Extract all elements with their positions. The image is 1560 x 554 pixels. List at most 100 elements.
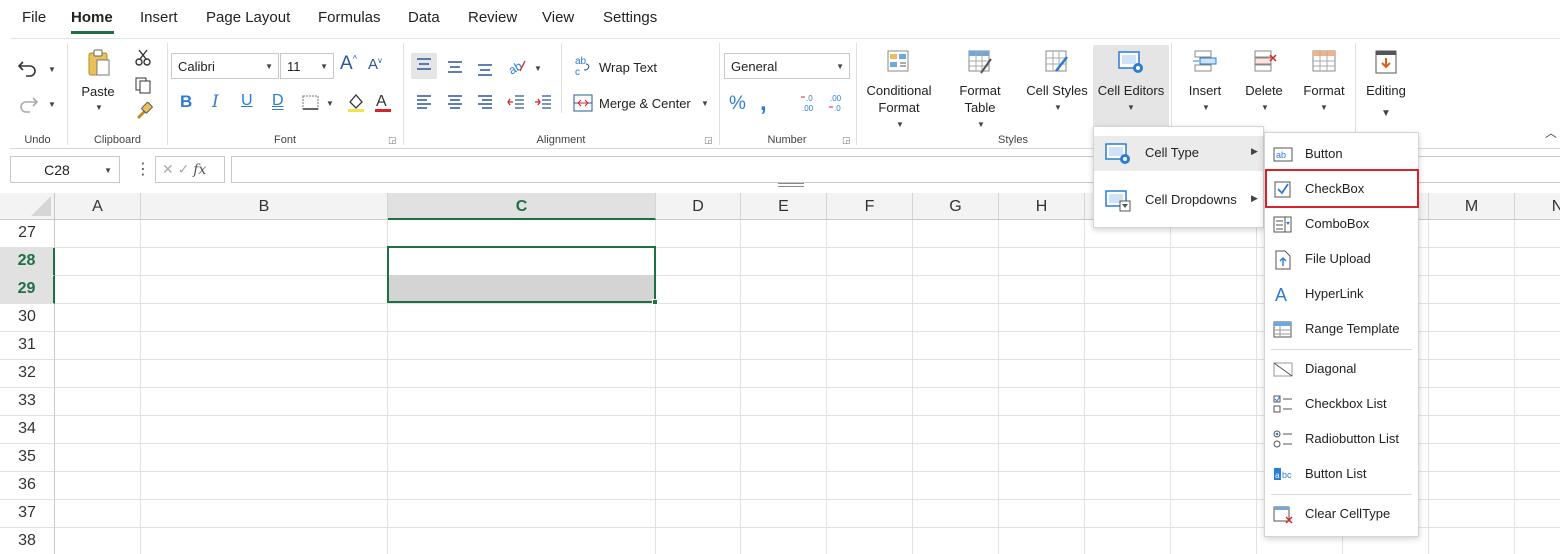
orientation-icon[interactable]: ab (507, 57, 527, 75)
number-dialog-launcher-icon[interactable]: ◲ (842, 135, 851, 146)
menu-item-checkbox-list[interactable]: Checkbox List (1265, 387, 1418, 422)
redo-icon[interactable] (17, 93, 39, 113)
name-box[interactable]: C28 ▼ (10, 156, 120, 183)
column-header-a[interactable]: A (55, 193, 141, 220)
italic-icon[interactable]: I (212, 92, 219, 112)
tab-data[interactable]: Data (408, 9, 440, 26)
format-cells-dropdown-icon[interactable]: ▼ (1320, 103, 1328, 112)
borders-dropdown-icon[interactable]: ▼ (326, 99, 334, 108)
wrap-text-icon[interactable]: ab c (574, 56, 592, 76)
column-header-b[interactable]: B (141, 193, 388, 220)
align-right-icon[interactable] (476, 94, 494, 110)
row-header-27[interactable]: 27 (0, 220, 55, 248)
column-header-g[interactable]: G (913, 193, 999, 220)
increase-font-icon[interactable]: A^ (340, 53, 357, 75)
menu-item-button[interactable]: ab Button (1265, 137, 1418, 172)
tab-insert[interactable]: Insert (140, 9, 178, 26)
row-header-37[interactable]: 37 (0, 500, 55, 528)
underline-icon[interactable]: U (241, 92, 253, 110)
cell-styles-icon[interactable] (1044, 49, 1070, 75)
decrease-indent-icon[interactable] (507, 94, 525, 110)
selection-range[interactable] (387, 246, 656, 303)
row-header-28[interactable]: 28 (0, 248, 55, 276)
insert-cells-icon[interactable] (1192, 49, 1218, 75)
tab-settings[interactable]: Settings (603, 9, 657, 26)
align-left-icon[interactable] (415, 94, 433, 110)
tab-page-layout[interactable]: Page Layout (206, 9, 290, 26)
align-top-icon[interactable] (415, 57, 433, 73)
undo-icon[interactable] (17, 57, 39, 77)
format-painter-icon[interactable] (135, 101, 153, 121)
delete-cells-dropdown-icon[interactable]: ▼ (1261, 103, 1269, 112)
select-all-corner[interactable] (0, 193, 55, 220)
column-header-m[interactable]: M (1429, 193, 1515, 220)
row-header-33[interactable]: 33 (0, 388, 55, 416)
row-header-36[interactable]: 36 (0, 472, 55, 500)
conditional-format-icon[interactable] (886, 49, 912, 75)
bold-icon[interactable]: B (180, 92, 192, 112)
align-center-icon[interactable] (446, 94, 464, 110)
decrease-font-icon[interactable]: Av (368, 56, 382, 73)
paste-dropdown-icon[interactable]: ▼ (95, 103, 103, 112)
undo-dropdown-icon[interactable]: ▼ (48, 65, 56, 74)
font-color-icon[interactable]: A (374, 91, 392, 113)
fill-handle[interactable] (652, 299, 658, 305)
cut-icon[interactable] (134, 49, 152, 67)
conditional-format-dropdown-icon[interactable]: ▼ (896, 120, 904, 129)
more-options-icon[interactable]: ⋮ (135, 159, 151, 179)
align-bottom-icon[interactable] (476, 61, 494, 77)
font-dialog-launcher-icon[interactable]: ◲ (388, 135, 397, 146)
cell-styles-dropdown-icon[interactable]: ▼ (1054, 103, 1062, 112)
menu-item-hyperlink[interactable]: A HyperLink (1265, 277, 1418, 312)
row-header-34[interactable]: 34 (0, 416, 55, 444)
row-header-30[interactable]: 30 (0, 304, 55, 332)
font-family-select[interactable]: Calibri ▼ (171, 53, 279, 79)
editing-button[interactable]: Editing (1358, 82, 1414, 99)
delete-cells-icon[interactable] (1252, 49, 1278, 75)
cell-editors-button[interactable]: Cell Editors (1094, 82, 1168, 99)
merge-center-button[interactable]: Merge & Center (599, 95, 691, 112)
decrease-decimal-icon[interactable]: .00 .0 (828, 93, 850, 113)
format-cells-button[interactable]: Format (1296, 82, 1352, 99)
conditional-format-button[interactable]: Conditional Format (860, 82, 938, 116)
merge-center-icon[interactable] (573, 94, 593, 112)
menu-item-diagonal[interactable]: Diagonal (1265, 352, 1418, 387)
increase-decimal-icon[interactable]: .0 .00 (800, 93, 822, 113)
menu-item-cell-dropdowns[interactable]: Cell Dropdowns ▶ (1094, 183, 1263, 218)
format-table-dropdown-icon[interactable]: ▼ (977, 120, 985, 129)
format-table-button[interactable]: Format Table (950, 82, 1010, 116)
confirm-formula-icon[interactable]: ✓ (178, 161, 190, 177)
row-header-35[interactable]: 35 (0, 444, 55, 472)
tab-file[interactable]: File (22, 9, 46, 26)
increase-indent-icon[interactable] (534, 94, 552, 110)
paste-button[interactable]: Paste (80, 83, 116, 100)
insert-cells-button[interactable]: Insert (1178, 82, 1232, 99)
editing-icon[interactable] (1373, 49, 1399, 75)
formula-bar-resize-handle[interactable] (778, 183, 804, 187)
column-header-h[interactable]: H (999, 193, 1085, 220)
format-cells-icon[interactable] (1311, 49, 1337, 75)
column-header-e[interactable]: E (741, 193, 827, 220)
row-header-38[interactable]: 38 (0, 528, 55, 554)
merge-dropdown-icon[interactable]: ▼ (701, 99, 709, 108)
align-middle-icon[interactable] (446, 59, 464, 75)
comma-style-icon[interactable]: , (760, 89, 767, 117)
cell-editors-icon[interactable] (1117, 49, 1145, 75)
orientation-dropdown-icon[interactable]: ▼ (534, 64, 542, 73)
menu-item-range-template[interactable]: Range Template (1265, 312, 1418, 347)
alignment-dialog-launcher-icon[interactable]: ◲ (704, 135, 713, 146)
copy-icon[interactable] (134, 76, 152, 94)
insert-cells-dropdown-icon[interactable]: ▼ (1202, 103, 1210, 112)
percent-icon[interactable]: % (729, 93, 746, 115)
fill-color-icon[interactable] (346, 92, 366, 112)
font-size-select[interactable]: 11 ▼ (280, 53, 334, 79)
delete-cells-button[interactable]: Delete (1236, 82, 1292, 99)
insert-function-icon[interactable]: fx (193, 162, 206, 178)
column-header-f[interactable]: F (827, 193, 913, 220)
tab-formulas[interactable]: Formulas (318, 9, 381, 26)
tab-view[interactable]: View (542, 9, 574, 26)
row-header-29[interactable]: 29 (0, 276, 55, 304)
collapse-ribbon-icon[interactable]: ︿ (1545, 124, 1557, 141)
cell-editors-dropdown-icon[interactable]: ▼ (1127, 103, 1135, 112)
column-header-c[interactable]: C (388, 193, 656, 220)
